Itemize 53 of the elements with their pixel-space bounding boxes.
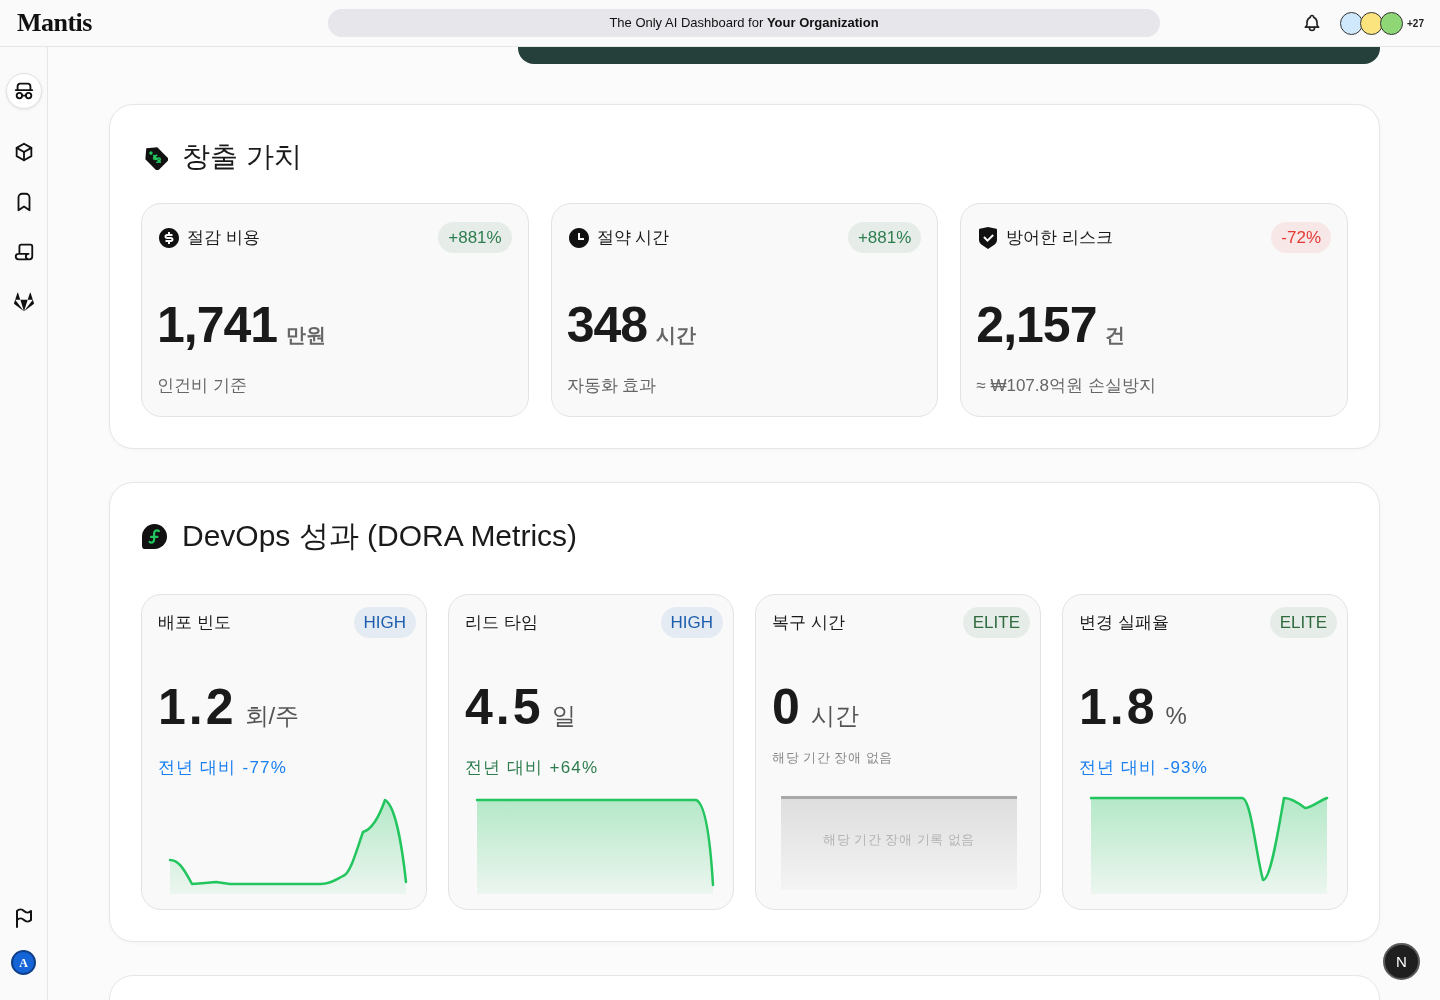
metric-unit: 회/주	[244, 704, 300, 728]
metric-label: 배포 빈도	[158, 611, 231, 634]
curl-symbol-icon	[142, 523, 167, 549]
floating-logo-button[interactable]: N	[1383, 943, 1420, 980]
status-badge: HIGH	[353, 607, 416, 638]
metric-caption: ≈ ₩107.8억원 손실방지	[976, 375, 1156, 397]
metric-unit: 만원	[286, 325, 327, 345]
metric-unit: 건	[1105, 325, 1126, 345]
scroll-icon	[12, 241, 35, 263]
tagline-text: The Only AI Dashboard for Your Organization	[609, 14, 879, 33]
metric-unit: 일	[551, 704, 576, 728]
metric-value: 1.8	[1079, 682, 1158, 732]
section-title: 창출 가치	[182, 140, 302, 174]
metric-value: 1,741	[157, 300, 278, 350]
metric-unit: 시간	[656, 325, 697, 345]
avatar-icon[interactable]	[1340, 11, 1364, 35]
status-badge: +881%	[847, 222, 922, 253]
metric-label: 복구 시간	[772, 611, 845, 634]
dollar-coin-icon	[157, 225, 181, 250]
trend-text: 전년 대비 -93%	[1079, 757, 1209, 779]
metric-value: 348	[566, 300, 648, 350]
metric-label: 절감 비용	[187, 226, 260, 249]
avatar-icon[interactable]	[1380, 11, 1404, 35]
metric-caption: 인건비 기준	[157, 375, 247, 397]
status-badge: +881%	[438, 222, 512, 253]
metric-label: 리드 타임	[465, 611, 538, 634]
metric-value: 2,157	[976, 300, 1097, 350]
metric-unit: %	[1165, 704, 1187, 728]
metric-unit: 시간	[810, 704, 859, 728]
spy-icon	[12, 80, 35, 102]
user-avatar-button[interactable]: A	[11, 950, 36, 975]
metric-value: 1.2	[158, 682, 237, 732]
status-badge: -72%	[1271, 222, 1331, 253]
metric-label: 절약 시간	[596, 226, 670, 249]
clock-icon	[566, 225, 591, 250]
metric-label: 변경 실패율	[1079, 611, 1169, 634]
status-badge: ELITE	[1269, 607, 1337, 638]
avatar-icon[interactable]	[1360, 11, 1384, 35]
metric-label: 방어한 리스크	[1006, 226, 1114, 249]
metric-value: 4.5	[465, 682, 544, 732]
metric-note: 해당 기간 장애 없음	[772, 750, 893, 766]
trend-text: 전년 대비 -77%	[158, 757, 288, 779]
app-logo[interactable]: Mantis	[17, 10, 92, 36]
metric-value: 0	[772, 682, 803, 732]
trend-text: 전년 대비 +64%	[465, 757, 599, 779]
metric-caption: 자동화 효과	[566, 375, 657, 397]
avatar-count: +27	[1407, 16, 1424, 31]
status-badge: ELITE	[962, 607, 1030, 638]
section-title: DevOps 성과 (DORA Metrics)	[182, 518, 578, 554]
sidebar-item[interactable]	[5, 73, 42, 109]
price-tag-icon	[142, 144, 168, 170]
status-badge: HIGH	[660, 607, 723, 638]
fox-icon	[13, 292, 34, 312]
